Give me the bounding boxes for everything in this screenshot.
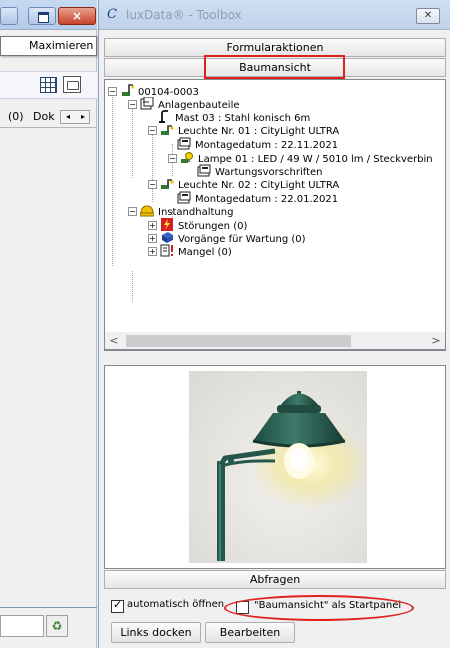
background-toolbar (0, 71, 97, 99)
luminaire-icon (160, 123, 174, 136)
tree-node-label: Leuchte Nr. 02 : CityLight ULTRA (178, 180, 340, 191)
date-field-icon (177, 137, 191, 150)
maintenance-book-icon (160, 231, 174, 244)
close-button[interactable]: × (58, 7, 96, 25)
recycle-bin-icon[interactable]: ♻ (46, 615, 68, 637)
tree-node-mangel[interactable]: + Mangel (0) (148, 244, 232, 258)
tree-node-mast[interactable]: Mast 03 : Stahl konisch 6m (157, 110, 310, 124)
column-header: (0) Dok ◂ ▸ (0, 106, 97, 128)
tree-node-root[interactable]: − 00104-0003 (108, 84, 199, 98)
maximize-tooltip: Maximieren (0, 36, 97, 56)
regulations-icon (197, 164, 211, 177)
minimize-button[interactable] (0, 7, 18, 25)
column-scroll-arrows: ◂ ▸ (60, 110, 90, 124)
street-lamp-photo (105, 366, 445, 568)
tree-connector (132, 104, 133, 178)
count-column-header[interactable]: (0) (8, 106, 24, 128)
collapse-toggle-icon[interactable]: − (108, 87, 117, 96)
abfragen-panel-button[interactable]: Abfragen (104, 570, 446, 589)
doc-column-header[interactable]: Dok (33, 106, 55, 128)
maximize-button[interactable] (28, 7, 56, 25)
scrollbar-thumb[interactable] (126, 335, 351, 347)
defect-document-icon (160, 244, 174, 257)
mast-icon (157, 110, 171, 123)
expand-toggle-icon[interactable]: + (148, 234, 157, 243)
folder-icon[interactable] (63, 76, 81, 93)
tree-horizontal-scrollbar[interactable]: < > (104, 332, 446, 350)
background-window: × Maximieren (0) Dok ◂ ▸ ♻ (0, 0, 97, 648)
toolbox-title-bar: C luxData® - Toolbox ✕ (99, 0, 450, 30)
tree-node-label: Mangel (0) (178, 247, 232, 258)
tree-node-instandhaltung[interactable]: − Instandhaltung (128, 204, 233, 218)
lamp-image-preview (104, 365, 446, 569)
tree-view[interactable]: − 00104-0003 − Anlagenbauteile Mast 03 :… (104, 79, 446, 351)
tree-node-leuchte-02[interactable]: − Leuchte Nr. 02 : CityLight ULTRA (148, 177, 339, 191)
collapse-toggle-icon[interactable]: − (148, 180, 157, 189)
text-field[interactable] (0, 615, 44, 637)
highlight-annotation-ellipse (224, 595, 414, 621)
auto-open-checkbox[interactable] (111, 598, 124, 613)
hard-hat-icon (139, 204, 155, 217)
toolbox-window: C luxData® - Toolbox ✕ Formularaktionen … (98, 0, 450, 648)
tree-node-label: Leuchte Nr. 01 : CityLight ULTRA (178, 126, 340, 137)
background-title-bar: × (0, 0, 97, 30)
fault-lightning-icon (160, 218, 174, 231)
tree-node-stoerungen[interactable]: + Störungen (0) (148, 218, 247, 232)
toolbox-close-button[interactable]: ✕ (416, 8, 440, 24)
tree-connector (132, 271, 133, 302)
tree-node-wartungsvorschriften[interactable]: Wartungsvorschriften (197, 164, 322, 178)
dock-left-button[interactable]: Links docken (111, 622, 201, 643)
highlight-annotation-box (204, 55, 345, 79)
luxdata-logo-icon: C (107, 7, 117, 22)
luminaire-icon (160, 177, 174, 190)
tree-node-leuchte-01[interactable]: − Leuchte Nr. 01 : CityLight ULTRA (148, 123, 339, 137)
collapse-toggle-icon[interactable]: − (128, 100, 137, 109)
tree-node-vorgaenge-wartung[interactable]: + Vorgänge für Wartung (0) (148, 231, 306, 245)
tree-node-label: Montagedatum : 22.11.2021 (195, 140, 339, 151)
tree-node-anlagenbauteile[interactable]: − Anlagenbauteile (128, 96, 240, 111)
expand-toggle-icon[interactable]: + (148, 247, 157, 256)
edit-button[interactable]: Bearbeiten (205, 622, 295, 643)
auto-open-label: automatisch öffnen (127, 599, 225, 610)
collapse-toggle-icon[interactable]: − (168, 154, 177, 163)
window-title: luxData® - Toolbox (126, 8, 242, 22)
scroll-right-arrow-icon[interactable]: ▸ (76, 111, 90, 123)
scroll-left-arrow-icon[interactable]: ◂ (61, 111, 75, 123)
collapse-toggle-icon[interactable]: − (148, 126, 157, 135)
lamp-bulb-icon (180, 151, 194, 164)
lamp-post-icon (120, 84, 135, 97)
divider (0, 607, 97, 608)
expand-toggle-icon[interactable]: + (148, 221, 157, 230)
calendar-grid-icon[interactable] (40, 77, 57, 93)
tree-connector (112, 91, 113, 266)
tree-node-lampe-01[interactable]: − Lampe 01 : LED / 49 W / 5010 lm / Stec… (168, 151, 433, 165)
tree-node-montagedatum[interactable]: Montagedatum : 22.01.2021 (177, 191, 338, 205)
tree-connector (152, 130, 153, 202)
date-field-icon (177, 191, 191, 204)
tree-node-montagedatum[interactable]: Montagedatum : 22.11.2021 (177, 137, 338, 151)
collapse-toggle-icon[interactable]: − (128, 207, 137, 216)
tree-node-label: Instandhaltung (158, 207, 234, 218)
components-icon (140, 96, 154, 110)
scroll-right-icon[interactable]: > (429, 334, 443, 348)
scroll-left-icon[interactable]: < (107, 334, 121, 348)
